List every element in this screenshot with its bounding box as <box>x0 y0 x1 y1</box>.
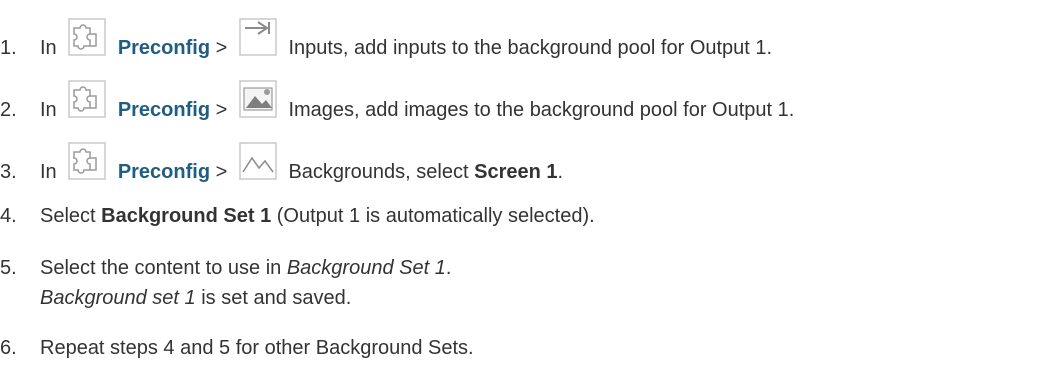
preconfig-link[interactable]: Preconfig <box>118 37 210 59</box>
step-number: 5. <box>0 257 17 279</box>
step-1: 1. In Preconfig > Inputs, add inputs to … <box>0 18 772 60</box>
step-text: Select Background Set 1 (Output 1 is aut… <box>40 205 595 227</box>
puzzle-icon <box>68 80 106 118</box>
step-text: In Preconfig > Images, add images to the <box>40 80 794 122</box>
step-text: Select the content to use in Background … <box>40 257 452 279</box>
step-5: 5. Select the content to use in Backgrou… <box>0 257 451 280</box>
preconfig-link[interactable]: Preconfig <box>118 99 210 121</box>
images-picture-icon <box>239 80 277 118</box>
step-number: 4. <box>0 205 17 227</box>
preconfig-link[interactable]: Preconfig <box>118 161 210 183</box>
step-number: 3. <box>0 161 17 183</box>
step-3: 3. In Preconfig > Backgrounds, select Sc… <box>0 142 563 184</box>
step-4: 4. Select Background Set 1 (Output 1 is … <box>0 205 595 228</box>
step-text: In Preconfig > Inputs, add inputs to the… <box>40 18 772 60</box>
puzzle-icon <box>68 142 106 180</box>
step-2: 2. In Preconfig > Images, add images to … <box>0 80 794 122</box>
backgrounds-mountain-icon <box>239 142 277 180</box>
step-number: 6. <box>0 337 17 359</box>
step-number: 2. <box>0 99 17 121</box>
puzzle-icon <box>68 18 106 56</box>
step-text: In Preconfig > Backgrounds, select Scree… <box>40 142 563 184</box>
step-number: 1. <box>0 37 17 59</box>
inputs-arrow-icon <box>239 18 277 56</box>
step-text: Repeat steps 4 and 5 for other Backgroun… <box>40 337 474 359</box>
step-6: 6. Repeat steps 4 and 5 for other Backgr… <box>0 337 474 360</box>
step-5-result: Background set 1 is set and saved. <box>40 287 352 309</box>
instruction-steps: 1. In Preconfig > Inputs, add inputs to … <box>0 0 1053 392</box>
